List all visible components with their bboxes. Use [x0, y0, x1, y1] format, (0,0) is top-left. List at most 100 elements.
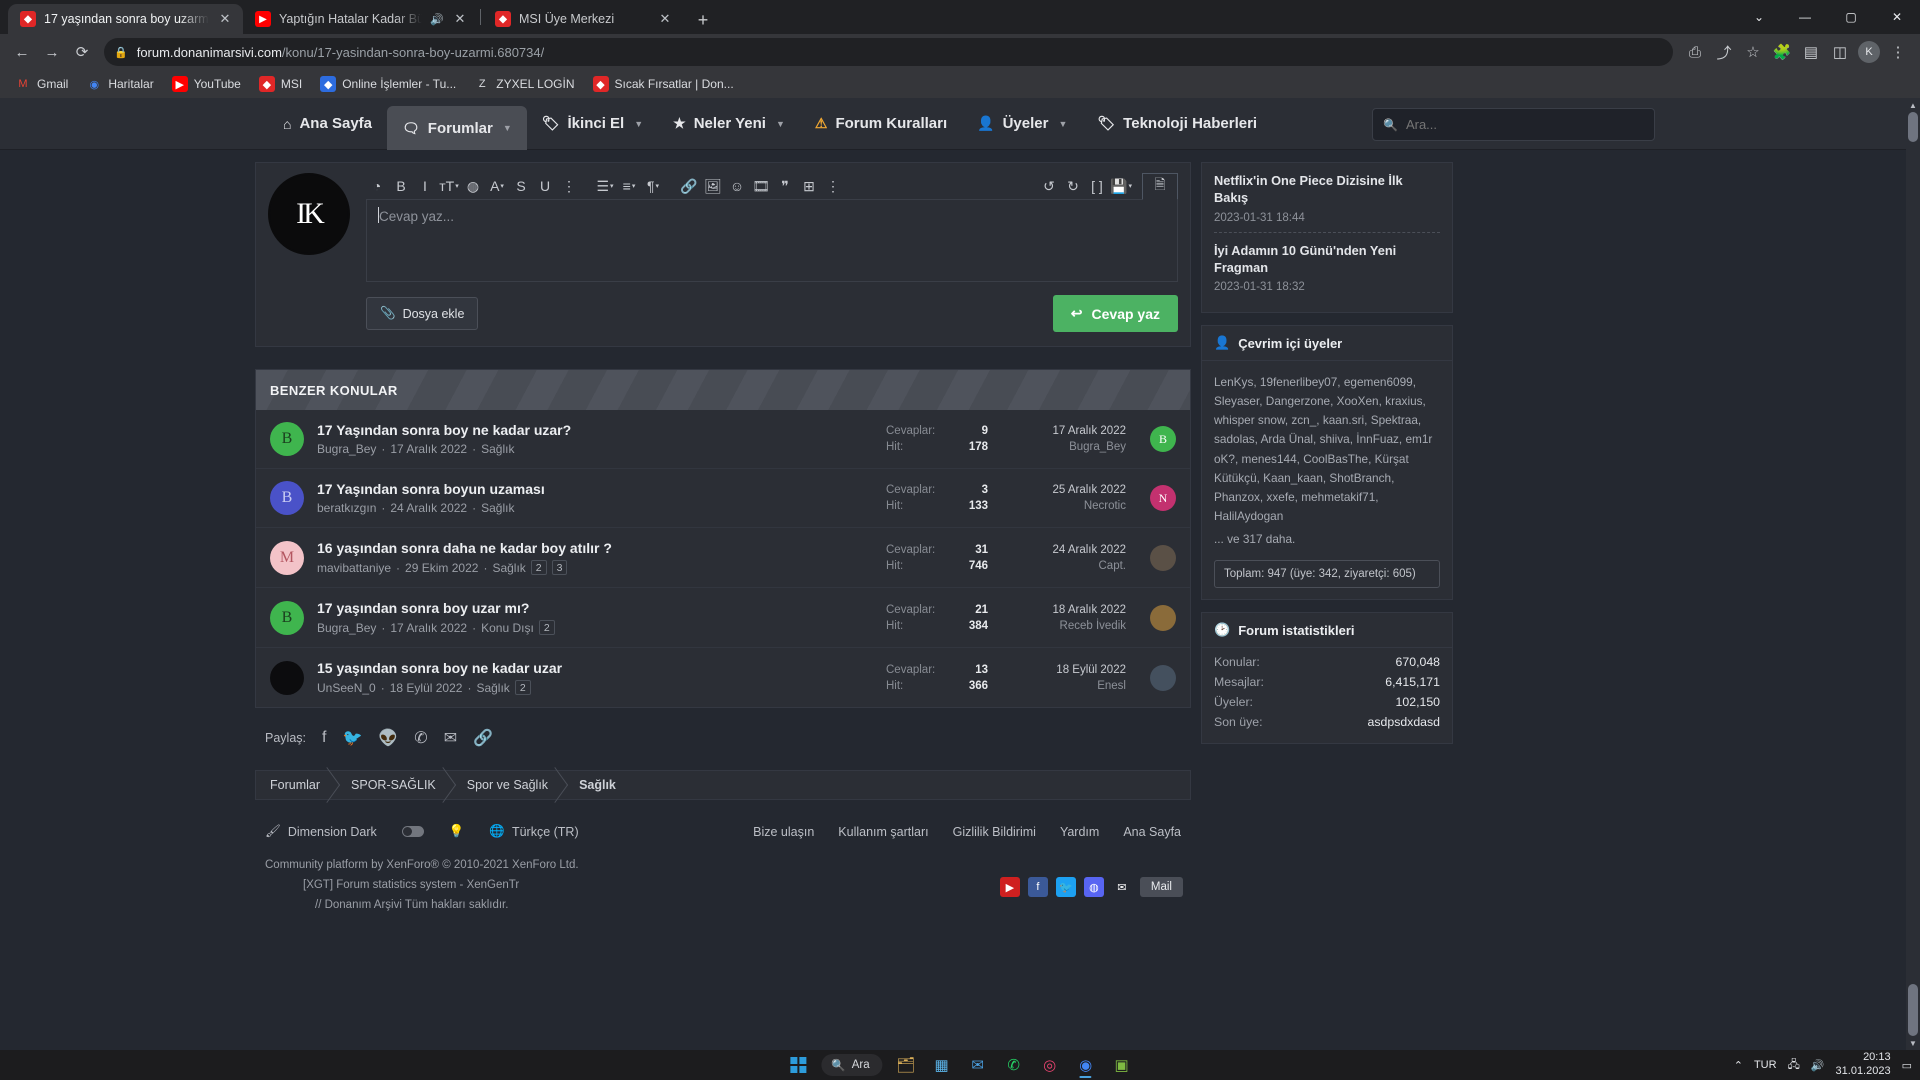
strikethrough-icon[interactable]: S — [510, 175, 532, 197]
clock[interactable]: 20:13 31.01.2023 — [1836, 1051, 1891, 1079]
font-family-icon[interactable]: A — [486, 175, 508, 197]
preview-document-icon[interactable]: 🗎 — [1142, 172, 1178, 200]
nav-item-ana-sayfa[interactable]: ⌂ Ana Sayfa — [268, 98, 387, 150]
smiley-icon[interactable]: ☺ — [726, 175, 748, 197]
breadcrumb-item-0[interactable]: Forumlar — [256, 770, 337, 800]
footer-link-1[interactable]: Kullanım şartları — [838, 825, 928, 839]
nav-item-forumlar[interactable]: 🗨 Forumlar ▼ — [387, 106, 527, 150]
draft-save-icon[interactable]: 💾 — [1110, 175, 1132, 197]
twitter-icon[interactable]: 🐦 — [342, 728, 362, 748]
language-indicator[interactable]: TUR — [1754, 1059, 1777, 1071]
bookmark-item-5[interactable]: Z ZYXEL LOGİN — [467, 74, 581, 94]
last-post-date[interactable]: 18 Eylül 2022 — [1001, 662, 1126, 678]
text-color-icon[interactable]: ◍ — [462, 175, 484, 197]
news-title-link[interactable]: İyi Adamın 10 Günü'nden Yeni Fragman — [1214, 242, 1440, 277]
last-post-user[interactable]: Capt. — [1001, 558, 1127, 574]
youtube-icon[interactable]: ▶ — [999, 877, 1020, 898]
online-members-more[interactable]: ... ve 317 daha. — [1214, 530, 1440, 553]
italic-icon[interactable]: I — [414, 175, 436, 197]
search-input[interactable] — [1405, 117, 1644, 132]
bookmark-item-0[interactable]: M Gmail — [8, 74, 75, 94]
install-app-icon[interactable]: ⎙ — [1681, 38, 1709, 66]
network-icon[interactable]: 🖧 — [1788, 1056, 1800, 1075]
attach-file-button[interactable]: 📎 Dosya ekle — [366, 297, 479, 330]
nav-item-forum-kurallar-[interactable]: ⚠ Forum Kuralları — [800, 98, 962, 150]
page-number-chip[interactable]: 3 — [551, 560, 568, 575]
file-explorer-icon[interactable]: 🗂 — [889, 1050, 923, 1080]
underline-icon[interactable]: U — [534, 175, 556, 197]
volume-icon[interactable]: 🔊 — [1811, 1059, 1825, 1072]
font-size-icon[interactable]: тT — [438, 175, 460, 197]
page-scrollbar[interactable]: ▲ ▼ — [1906, 98, 1920, 1050]
topic-title-link[interactable]: 17 Yaşından sonra boyun uzaması — [317, 481, 873, 497]
facebook-icon[interactable]: f — [322, 729, 326, 747]
remove-format-icon[interactable]: ◔ — [366, 175, 388, 197]
avatar[interactable]: B — [270, 422, 304, 456]
breadcrumb-item-2[interactable]: Spor ve Sağlık — [453, 770, 565, 800]
reading-list-icon[interactable]: ▤ — [1797, 38, 1825, 66]
undo-icon[interactable]: ↺ — [1038, 175, 1060, 197]
media-icon[interactable]: 🎞 — [750, 175, 772, 197]
bold-icon[interactable]: B — [390, 175, 412, 197]
breadcrumb-item-3[interactable]: Sağlık — [565, 770, 633, 800]
last-post-avatar[interactable] — [1150, 604, 1176, 631]
nav-item-teknoloji-haberleri[interactable]: 🏷 Teknoloji Haberleri — [1082, 98, 1272, 150]
chevron-down-icon[interactable]: ▼ — [503, 123, 512, 133]
new-tab-button[interactable]: + — [689, 6, 717, 34]
last-post-date[interactable]: 25 Aralık 2022 — [1001, 482, 1126, 498]
reddit-icon[interactable]: 👽 — [378, 728, 398, 748]
more-options-icon[interactable]: ⋮ — [822, 175, 844, 197]
scroll-thumb-top[interactable] — [1908, 112, 1918, 142]
notifications-icon[interactable]: ▭ — [1902, 1059, 1912, 1072]
page-number-chip[interactable]: 2 — [538, 620, 555, 635]
maximize-button[interactable]: ▢ — [1828, 0, 1874, 34]
topic-title-link[interactable]: 16 yaşından sonra daha ne kadar boy atıl… — [317, 540, 873, 556]
breadcrumb-item-1[interactable]: SPOR-SAĞLIK — [337, 770, 453, 800]
bookmark-item-2[interactable]: ▶ YouTube — [165, 74, 248, 94]
tab-close-icon[interactable]: ✕ — [452, 11, 468, 27]
table-row[interactable]: M 16 yaşından sonra daha ne kadar boy atı… — [256, 527, 1190, 587]
topic-forum[interactable]: Sağlık — [481, 442, 514, 456]
reload-icon[interactable]: ⟳ — [68, 38, 96, 66]
topic-author[interactable]: Bugra_Bey — [317, 442, 376, 456]
discord-icon[interactable]: ◍ — [1083, 877, 1104, 898]
post-reply-button[interactable]: ↩ Cevap yaz — [1052, 295, 1178, 332]
avatar[interactable]: M — [270, 540, 304, 575]
more-options-icon[interactable]: ⋮ — [558, 175, 580, 197]
facebook-icon[interactable]: f — [1027, 877, 1048, 898]
extensions-icon[interactable]: 🧩 — [1768, 38, 1796, 66]
contrast-toggle-icon[interactable] — [401, 826, 424, 837]
link-icon[interactable]: 🔗 — [473, 728, 493, 748]
mail-icon[interactable]: ✉ — [961, 1050, 995, 1080]
windows-start-icon[interactable] — [781, 1050, 815, 1080]
last-post-avatar[interactable]: N — [1150, 485, 1176, 511]
topic-author[interactable]: Bugra_Bey — [317, 621, 376, 635]
topic-forum[interactable]: Konu Dışı — [481, 621, 534, 635]
last-post-avatar[interactable] — [1150, 544, 1176, 571]
quote-icon[interactable]: ❞ — [774, 175, 796, 197]
tray-chevron-icon[interactable]: ⌃ — [1734, 1059, 1743, 1072]
msi-center-icon[interactable]: ▣ — [1105, 1050, 1139, 1080]
last-post-user[interactable]: Necrotic — [1001, 498, 1126, 514]
tab-close-icon[interactable]: ✕ — [657, 11, 673, 27]
tab-close-icon[interactable]: ✕ — [217, 11, 233, 27]
page-number-chip[interactable]: 2 — [514, 680, 531, 695]
image-icon[interactable]: 🖼 — [702, 175, 724, 197]
nav-item-neler-yeni[interactable]: ★ Neler Yeni ▼ — [658, 98, 800, 150]
footer-link-4[interactable]: Ana Sayfa — [1123, 825, 1181, 839]
whatsapp-icon[interactable]: ✆ — [414, 728, 427, 748]
topic-forum[interactable]: Sağlık — [476, 681, 509, 695]
avatar[interactable]: B — [270, 481, 304, 515]
redo-icon[interactable]: ↻ — [1062, 175, 1084, 197]
style-chooser[interactable]: 🖌 Dimension Dark — [265, 824, 377, 839]
table-icon[interactable]: ⊞ — [798, 175, 820, 197]
whatsapp-icon[interactable]: ✆ — [997, 1050, 1031, 1080]
topic-forum[interactable]: Sağlık — [492, 561, 525, 575]
footer-link-0[interactable]: Bize ulaşın — [753, 825, 814, 839]
avatar[interactable]: B — [270, 600, 304, 635]
profile-avatar[interactable]: K — [1858, 41, 1880, 63]
align-icon[interactable]: ≡ — [618, 175, 640, 197]
topic-author[interactable]: UnSeeN_0 — [317, 681, 376, 695]
topic-forum[interactable]: Sağlık — [481, 501, 514, 515]
link-icon[interactable]: 🔗 — [678, 175, 700, 197]
